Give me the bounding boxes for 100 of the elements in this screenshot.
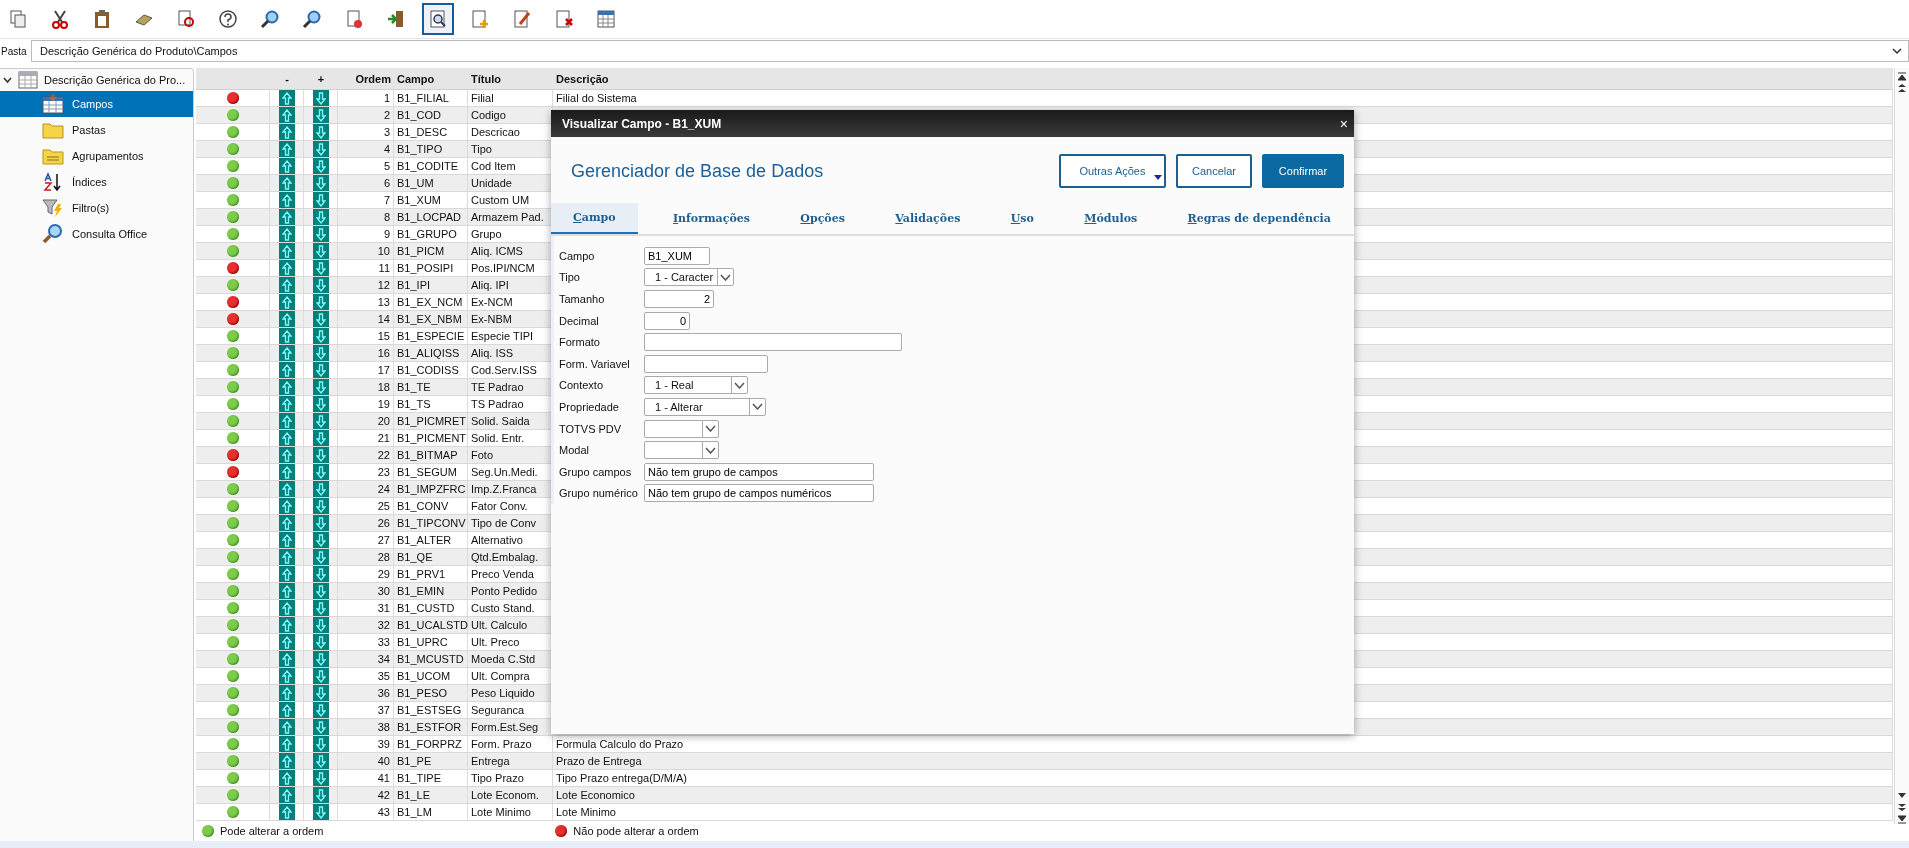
move-up-button[interactable]	[278, 413, 295, 429]
move-up-button[interactable]	[278, 702, 295, 718]
tab[interactable]: Validações	[880, 203, 976, 234]
more-actions-button[interactable]: Outras Ações	[1058, 154, 1166, 188]
move-up-button[interactable]	[278, 583, 295, 599]
move-up-button[interactable]	[278, 107, 295, 123]
move-down-button[interactable]	[312, 600, 329, 616]
move-down-button[interactable]	[312, 787, 329, 803]
move-down-button[interactable]	[312, 668, 329, 684]
move-down-button[interactable]	[312, 770, 329, 786]
input-field[interactable]: 2	[644, 290, 714, 308]
move-up-button[interactable]	[278, 719, 295, 735]
move-down-button[interactable]	[312, 515, 329, 531]
move-up-button[interactable]	[278, 260, 295, 276]
input-field[interactable]: B1_XUM	[644, 246, 710, 265]
move-up-button[interactable]	[278, 328, 295, 344]
move-up-button[interactable]	[278, 464, 295, 480]
cancel-button[interactable]: Cancelar	[1175, 154, 1252, 188]
move-down-button[interactable]	[312, 362, 329, 378]
move-down-button[interactable]	[312, 804, 329, 820]
move-down-button[interactable]	[312, 753, 329, 769]
move-down-button[interactable]	[312, 549, 329, 565]
move-up-button[interactable]	[278, 634, 295, 650]
select-field[interactable]	[644, 419, 719, 438]
move-down-button[interactable]	[312, 634, 329, 650]
sidebar-item[interactable]: Agrupamentos	[0, 143, 193, 169]
move-up-button[interactable]	[278, 447, 295, 463]
move-down-button[interactable]	[312, 158, 329, 174]
sidebar-item[interactable]: Filtro(s)	[0, 195, 193, 221]
move-up-button[interactable]	[278, 396, 295, 412]
move-up-button[interactable]	[278, 532, 295, 548]
tab[interactable]: Informações	[657, 203, 765, 234]
move-down-button[interactable]	[312, 107, 329, 123]
tab[interactable]: Regras de dependência	[1172, 203, 1346, 234]
move-down-button[interactable]	[312, 141, 329, 157]
move-down-button[interactable]	[312, 702, 329, 718]
move-up-button[interactable]	[278, 362, 295, 378]
sidebar-item[interactable]: Consulta Office	[0, 221, 193, 247]
move-down-button[interactable]	[312, 277, 329, 293]
input-field[interactable]	[644, 354, 768, 373]
move-down-button[interactable]	[312, 209, 329, 225]
move-up-button[interactable]	[278, 90, 295, 106]
move-down-button[interactable]	[312, 685, 329, 701]
move-down-button[interactable]	[312, 311, 329, 327]
move-up-button[interactable]	[278, 515, 295, 531]
select-field[interactable]: 1 - Real	[644, 376, 748, 395]
move-down-button[interactable]	[312, 243, 329, 259]
move-down-button[interactable]	[312, 447, 329, 463]
move-down-button[interactable]	[312, 464, 329, 480]
move-up-button[interactable]	[278, 192, 295, 208]
folder-path-select[interactable]: Descrição Genérica do Produto\Campos	[31, 40, 1909, 62]
move-up-button[interactable]	[278, 566, 295, 582]
move-up-button[interactable]	[278, 600, 295, 616]
sidebar-item[interactable]: Pastas	[0, 117, 193, 143]
move-down-button[interactable]	[312, 328, 329, 344]
move-down-button[interactable]	[312, 481, 329, 497]
input-field[interactable]: Não tem grupo de campos numéricos	[644, 484, 874, 503]
move-down-button[interactable]	[312, 379, 329, 395]
move-down-button[interactable]	[312, 294, 329, 310]
move-up-button[interactable]	[278, 141, 295, 157]
move-up-button[interactable]	[278, 226, 295, 242]
move-up-button[interactable]	[278, 787, 295, 803]
tab[interactable]: Uso	[995, 203, 1049, 234]
move-down-button[interactable]	[312, 226, 329, 242]
move-down-button[interactable]	[312, 498, 329, 514]
move-up-button[interactable]	[278, 498, 295, 514]
move-up-button[interactable]	[278, 770, 295, 786]
move-up-button[interactable]	[278, 311, 295, 327]
move-up-button[interactable]	[278, 277, 295, 293]
move-up-button[interactable]	[278, 124, 295, 140]
move-down-button[interactable]	[312, 175, 329, 191]
move-up-button[interactable]	[278, 804, 295, 820]
move-up-button[interactable]	[278, 736, 295, 752]
move-up-button[interactable]	[278, 753, 295, 769]
move-up-button[interactable]	[278, 481, 295, 497]
move-down-button[interactable]	[312, 396, 329, 412]
select-field[interactable]: 1 - Alterar	[644, 397, 766, 416]
move-up-button[interactable]	[278, 651, 295, 667]
tab[interactable]: Opções	[785, 203, 860, 234]
move-up-button[interactable]	[278, 294, 295, 310]
move-up-button[interactable]	[278, 345, 295, 361]
tree-root[interactable]: Descrição Genérica do Pro...	[0, 69, 193, 91]
move-down-button[interactable]	[312, 430, 329, 446]
move-down-button[interactable]	[312, 90, 329, 106]
tab[interactable]: Campo	[551, 203, 638, 234]
move-up-button[interactable]	[278, 158, 295, 174]
move-down-button[interactable]	[312, 532, 329, 548]
move-down-button[interactable]	[312, 736, 329, 752]
move-up-button[interactable]	[278, 549, 295, 565]
move-down-button[interactable]	[312, 583, 329, 599]
move-down-button[interactable]	[312, 566, 329, 582]
move-up-button[interactable]	[278, 668, 295, 684]
confirm-button[interactable]: Confirmar	[1262, 154, 1344, 188]
select-field[interactable]	[644, 441, 719, 460]
move-up-button[interactable]	[278, 685, 295, 701]
toolbar-button[interactable]	[422, 3, 454, 35]
tab[interactable]: Módulos	[1069, 203, 1153, 234]
move-up-button[interactable]	[278, 617, 295, 633]
scrollbar[interactable]	[1894, 68, 1909, 824]
input-field[interactable]: 0	[644, 311, 690, 330]
